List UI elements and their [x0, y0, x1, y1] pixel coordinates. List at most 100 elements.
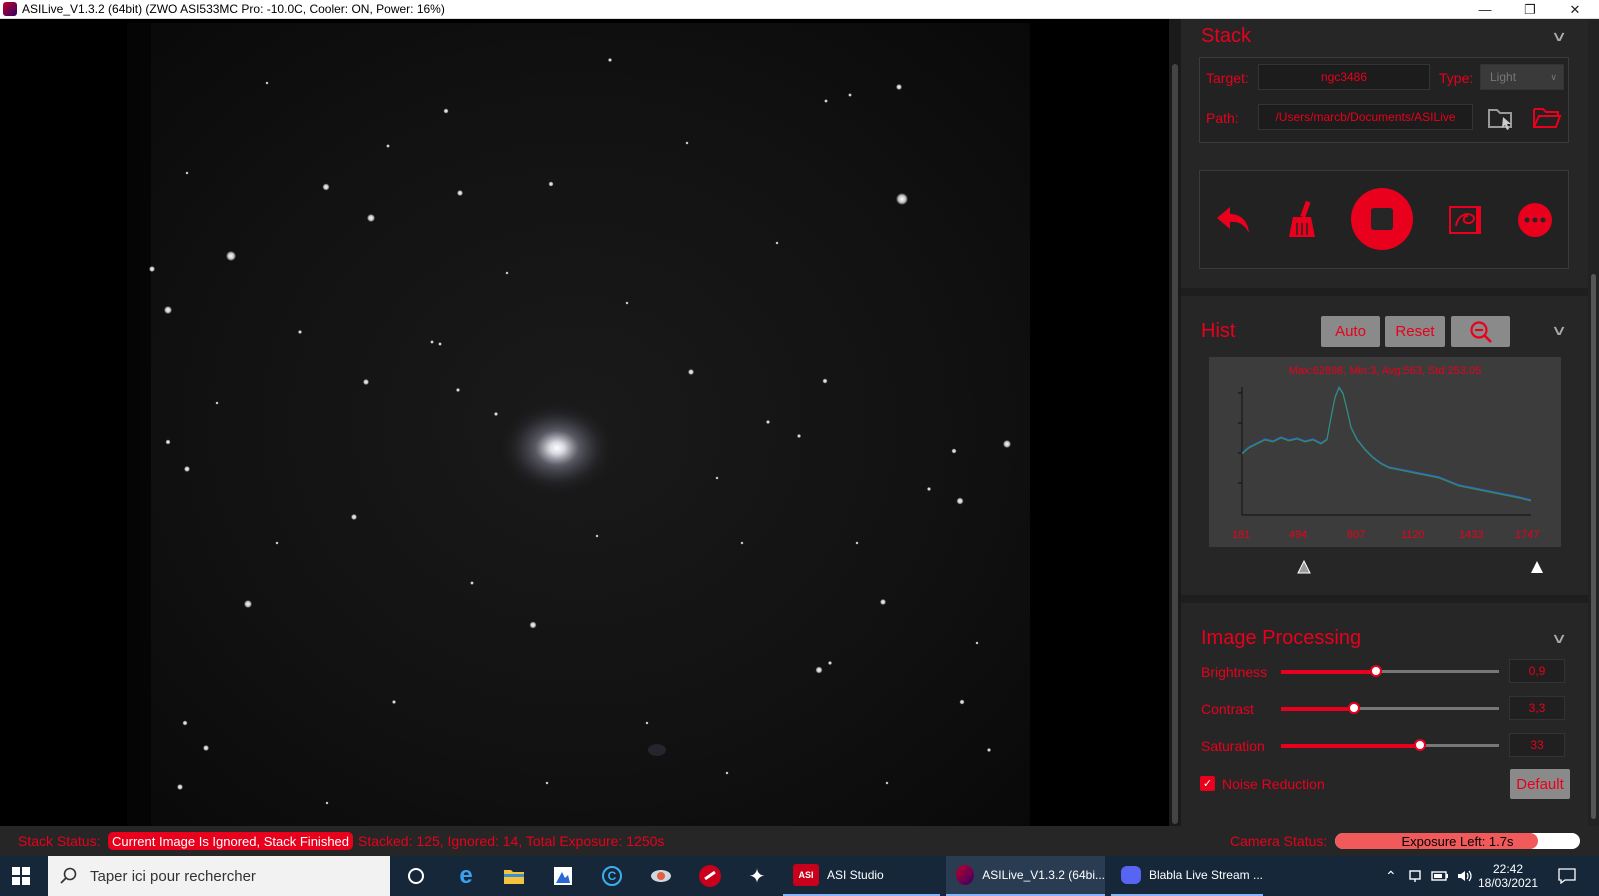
asi-studio-icon: ASI [793, 864, 819, 886]
hist-x-tick: 1120 [1401, 529, 1425, 541]
chevron-down-icon: ∨ [1550, 71, 1557, 82]
brightness-value[interactable]: 0,9 [1509, 659, 1565, 683]
brightness-slider-fill [1281, 670, 1377, 674]
select-folder-icon[interactable] [1486, 104, 1516, 132]
panel-scrollbar[interactable] [1588, 19, 1599, 826]
stop-icon [1371, 208, 1393, 230]
saturation-slider-knob[interactable] [1413, 739, 1426, 751]
taskbar-asi-studio-label: ASI Studio [827, 868, 884, 882]
saturation-label: Saturation [1201, 738, 1265, 754]
tray-meet-now-icon[interactable] [1408, 856, 1424, 896]
undo-icon[interactable] [1213, 200, 1253, 240]
title-bar: ASILive_V1.3.2 (64bit) (ZWO ASI533MC Pro… [0, 0, 1599, 19]
type-label: Type: [1439, 70, 1474, 86]
type-select-value: Light [1490, 70, 1517, 84]
path-input[interactable]: /Users/marcb/Documents/ASILive [1258, 104, 1473, 130]
exposure-left-text: Exposure Left: 1.7s [1401, 833, 1514, 849]
hist-auto-button[interactable]: Auto [1321, 316, 1380, 347]
hist-x-tick: 494 [1289, 529, 1308, 541]
viewer-scrollbar[interactable] [1169, 19, 1181, 826]
contrast-label: Contrast [1201, 701, 1254, 717]
camera-status-label: Camera Status: [1230, 833, 1328, 849]
hist-x-tick: 181 [1232, 529, 1251, 541]
status-bar: Stack Status: Current Image Is Ignored, … [0, 826, 1599, 856]
section-divider [1181, 595, 1588, 603]
close-button[interactable]: ✕ [1553, 0, 1597, 19]
tray-chevron-up-icon[interactable]: ⌃ [1385, 856, 1397, 896]
panel-scroll-thumb[interactable] [1591, 274, 1596, 819]
tray-battery-icon[interactable] [1431, 856, 1449, 896]
stop-stack-button[interactable] [1351, 188, 1413, 250]
default-button[interactable]: Default [1510, 769, 1570, 799]
taskbar-discord[interactable]: Blabla Live Stream ... [1111, 856, 1263, 896]
search-icon [60, 867, 77, 884]
hist-x-tick: 807 [1347, 529, 1366, 541]
histogram[interactable]: Max:62898, Min:3, Avg:563, Std:253.05 18… [1209, 357, 1561, 547]
taskbar-discord-label: Blabla Live Stream ... [1148, 868, 1263, 882]
cortana-icon[interactable] [404, 856, 428, 896]
image-processing-collapse-icon[interactable]: ∨ [1551, 630, 1567, 647]
galaxy [495, 398, 619, 498]
hist-x-tick: 1747 [1515, 529, 1540, 541]
saturation-value[interactable]: 33 [1509, 733, 1565, 757]
stack-title: Stack [1201, 25, 1252, 47]
file-explorer-icon[interactable] [502, 856, 526, 896]
hist-zoom-button[interactable] [1451, 316, 1510, 347]
viewer-scroll-thumb[interactable] [1172, 64, 1178, 824]
section-divider [1181, 288, 1588, 296]
asilive-icon [956, 865, 975, 885]
hist-collapse-icon[interactable]: ∨ [1551, 322, 1567, 339]
photos-app-icon[interactable] [551, 856, 575, 896]
image-viewer[interactable] [0, 19, 1169, 826]
open-folder-icon[interactable] [1531, 104, 1563, 132]
windows-taskbar: Taper ici pour rechercher e C ✦ ASI ASI … [0, 856, 1599, 896]
brightness-label: Brightness [1201, 664, 1268, 680]
target-label: Target: [1206, 70, 1249, 86]
taskbar-asilive[interactable]: ASILive_V1.3.2 (64bi... [946, 856, 1105, 896]
saturation-slider-fill [1281, 744, 1421, 748]
contrast-slider-knob[interactable] [1348, 702, 1361, 714]
window-title: ASILive_V1.3.2 (64bit) (ZWO ASI533MC Pro… [22, 2, 445, 16]
tray-time: 22:42 [1492, 862, 1524, 876]
save-image-icon[interactable] [1445, 200, 1485, 240]
red-app-icon[interactable] [698, 856, 722, 896]
taskbar-asi-studio[interactable]: ASI ASI Studio [783, 856, 940, 896]
tray-clock[interactable]: 22:42 18/03/2021 [1478, 856, 1538, 896]
ccleaner-icon[interactable]: C [600, 856, 624, 896]
notifications-icon[interactable] [1558, 856, 1576, 896]
restore-button[interactable]: ❐ [1508, 0, 1552, 19]
stack-status-label: Stack Status: [18, 833, 101, 849]
stack-info: Stacked: 125, Ignored: 14, Total Exposur… [358, 833, 665, 849]
taskbar-search[interactable]: Taper ici pour rechercher [48, 856, 390, 896]
start-button[interactable] [12, 856, 36, 896]
clear-broom-icon[interactable] [1282, 198, 1322, 240]
brightness-slider-knob[interactable] [1369, 665, 1382, 677]
stack-collapse-icon[interactable]: ∨ [1551, 28, 1567, 45]
type-select[interactable]: Light ∨ [1480, 64, 1564, 90]
contrast-value[interactable]: 3,3 [1509, 696, 1565, 720]
path-label: Path: [1206, 110, 1239, 126]
star-app-icon[interactable]: ✦ [745, 856, 769, 896]
taskbar-asilive-label: ASILive_V1.3.2 (64bi... [982, 868, 1105, 882]
exposure-progress-bar: Exposure Left: 1.7s [1335, 833, 1580, 849]
image-processing-title: Image Processing [1201, 627, 1362, 649]
satellite-app-icon[interactable] [648, 856, 674, 896]
more-options-icon[interactable] [1518, 203, 1552, 237]
checkmark-icon: ✓ [1202, 778, 1213, 790]
minimize-button[interactable]: — [1463, 0, 1507, 19]
hist-white-point-handle[interactable] [1530, 560, 1544, 579]
target-input[interactable]: ngc3486 [1258, 64, 1430, 90]
tray-volume-icon[interactable] [1456, 856, 1474, 896]
hist-black-point-handle[interactable] [1297, 559, 1311, 579]
app-icon [3, 2, 17, 16]
stack-status-badge: Current Image Is Ignored, Stack Finished [108, 832, 354, 850]
stacked-image[interactable] [127, 23, 1030, 826]
hist-plot [1238, 385, 1532, 516]
edge-icon[interactable]: e [454, 856, 478, 896]
hist-reset-button[interactable]: Reset [1385, 316, 1445, 347]
zoom-out-icon [1469, 320, 1492, 343]
hist-x-tick: 1433 [1459, 529, 1484, 541]
noise-reduction-checkbox[interactable]: ✓ [1200, 776, 1215, 791]
contrast-slider-fill [1281, 707, 1356, 711]
search-placeholder: Taper ici pour rechercher [90, 867, 256, 885]
